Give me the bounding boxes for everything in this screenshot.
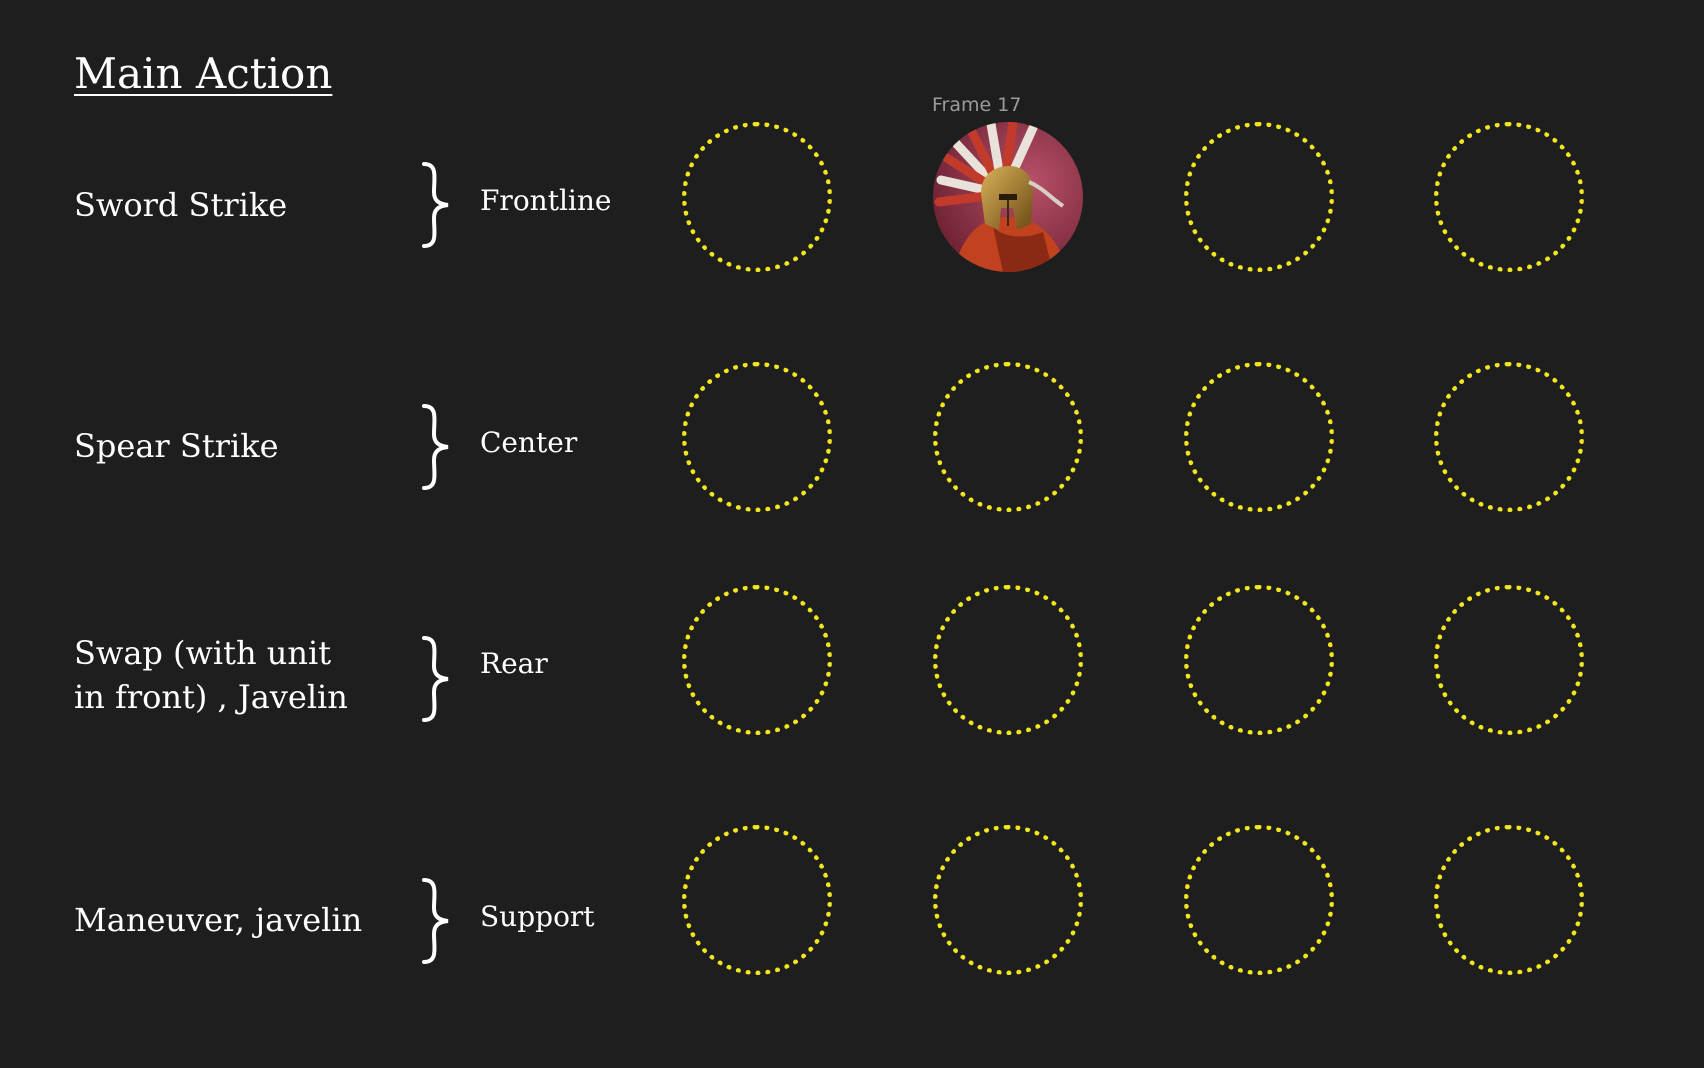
action-label-sword-strike: Sword Strike — [74, 186, 288, 224]
unit-slot-r2-c4[interactable] — [1434, 362, 1584, 512]
action-label-line-2: in front) , Javelin — [74, 678, 348, 716]
spartan-hoplite-portrait-icon — [933, 122, 1083, 272]
unit-slot-r2-c2[interactable] — [933, 362, 1083, 512]
unit-slot-r4-c2[interactable] — [933, 825, 1083, 975]
unit-slot-r1-c4[interactable] — [1434, 122, 1584, 272]
page-title: Main Action — [74, 49, 333, 98]
action-label-line-1: Swap (with unit — [74, 634, 332, 672]
frame-label: Frame 17 — [932, 94, 1022, 116]
action-label-spear-strike: Spear Strike — [74, 427, 279, 465]
brace-icon — [416, 160, 456, 250]
unit-slot-r1-c2[interactable] — [933, 122, 1083, 272]
brace-icon — [416, 876, 456, 966]
unit-slot-r3-c1[interactable] — [682, 585, 832, 735]
brace-icon — [416, 402, 456, 492]
unit-slot-r3-c4[interactable] — [1434, 585, 1584, 735]
action-label-maneuver-javelin: Maneuver, javelin — [74, 901, 363, 939]
unit-slot-r1-c1[interactable] — [682, 122, 832, 272]
brace-icon — [416, 634, 456, 724]
canvas: Main Action Sword Strike Frontline Frame… — [0, 0, 1704, 1068]
unit-slot-r4-c3[interactable] — [1184, 825, 1334, 975]
action-label-swap-javelin: Swap (with unit in front) , Javelin — [74, 631, 414, 719]
unit-slot-r3-c2[interactable] — [933, 585, 1083, 735]
position-label-center: Center — [480, 426, 578, 459]
unit-slot-r4-c4[interactable] — [1434, 825, 1584, 975]
unit-slot-r3-c3[interactable] — [1184, 585, 1334, 735]
position-label-rear: Rear — [480, 647, 548, 680]
position-label-frontline: Frontline — [480, 184, 612, 217]
position-label-support: Support — [480, 900, 595, 933]
unit-slot-r4-c1[interactable] — [682, 825, 832, 975]
unit-slot-r1-c3[interactable] — [1184, 122, 1334, 272]
unit-slot-r2-c3[interactable] — [1184, 362, 1334, 512]
unit-slot-r2-c1[interactable] — [682, 362, 832, 512]
